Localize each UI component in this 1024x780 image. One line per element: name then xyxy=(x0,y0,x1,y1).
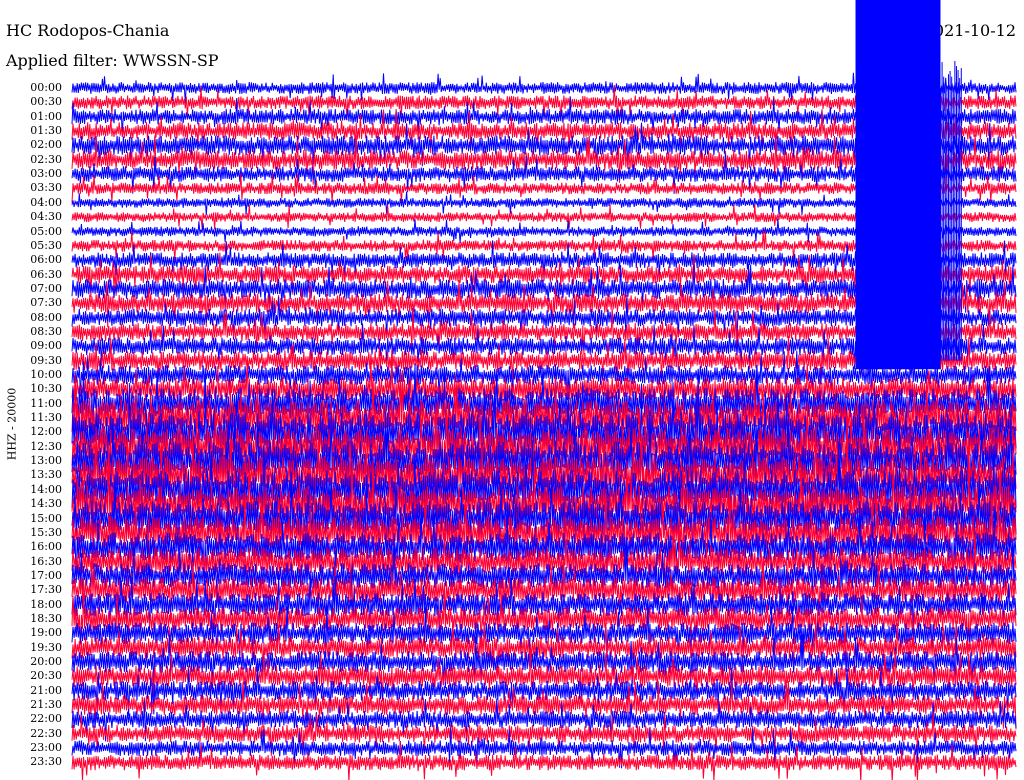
saturated-signal-block xyxy=(855,0,941,370)
helicorder-plot xyxy=(71,0,1017,780)
